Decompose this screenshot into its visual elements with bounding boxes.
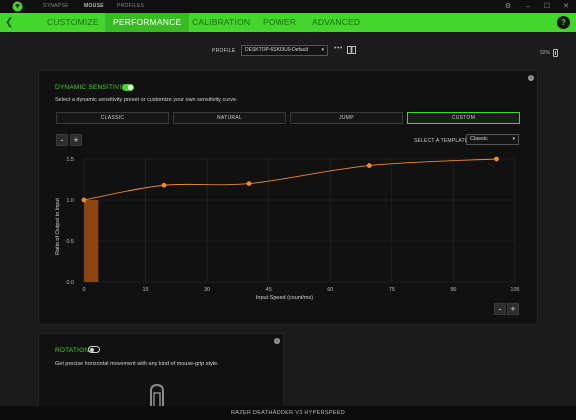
sensitivity-curve-line: [83, 158, 497, 201]
x-tick-label: 60: [327, 287, 333, 293]
y-tick-label: 1.0: [66, 198, 74, 204]
curve-control-point[interactable]: [81, 197, 87, 203]
y-tick-label: 1.5: [66, 157, 74, 163]
curve-control-point[interactable]: [366, 163, 372, 168]
device-name-footer: RAZER DEATHADDER V3 HYPERSPEED: [0, 406, 576, 420]
rotation-toggle[interactable]: [88, 346, 100, 353]
rotation-title: ROTATION: [55, 347, 90, 354]
curve-control-point[interactable]: [246, 181, 252, 187]
curve-control-point[interactable]: [494, 156, 499, 162]
y-tick-label: 0.5: [66, 239, 74, 245]
mouse-outline-icon: [150, 384, 164, 408]
rotation-description: Get precise horizontal movement with any…: [55, 361, 219, 367]
x-tick-label: 45: [266, 287, 272, 293]
curve-zoom-out-button[interactable]: -: [494, 303, 506, 315]
curve-highlight-area: [84, 200, 99, 282]
x-tick-label: 105: [510, 287, 519, 293]
x-axis-label: Input Speed (count/ms): [256, 295, 313, 301]
info-icon[interactable]: i: [274, 338, 280, 344]
x-tick-label: 15: [143, 287, 149, 293]
y-axis-label: Ratio of Output to Input: [55, 198, 61, 255]
x-tick-label: 30: [204, 287, 210, 293]
x-tick-label: 90: [450, 287, 456, 293]
curve-zoom-in-button[interactable]: +: [507, 303, 519, 315]
x-tick-label: 75: [389, 287, 395, 293]
x-tick-label: 0: [82, 287, 85, 293]
y-tick-label: 0.0: [66, 280, 74, 286]
curve-control-point[interactable]: [161, 182, 167, 188]
